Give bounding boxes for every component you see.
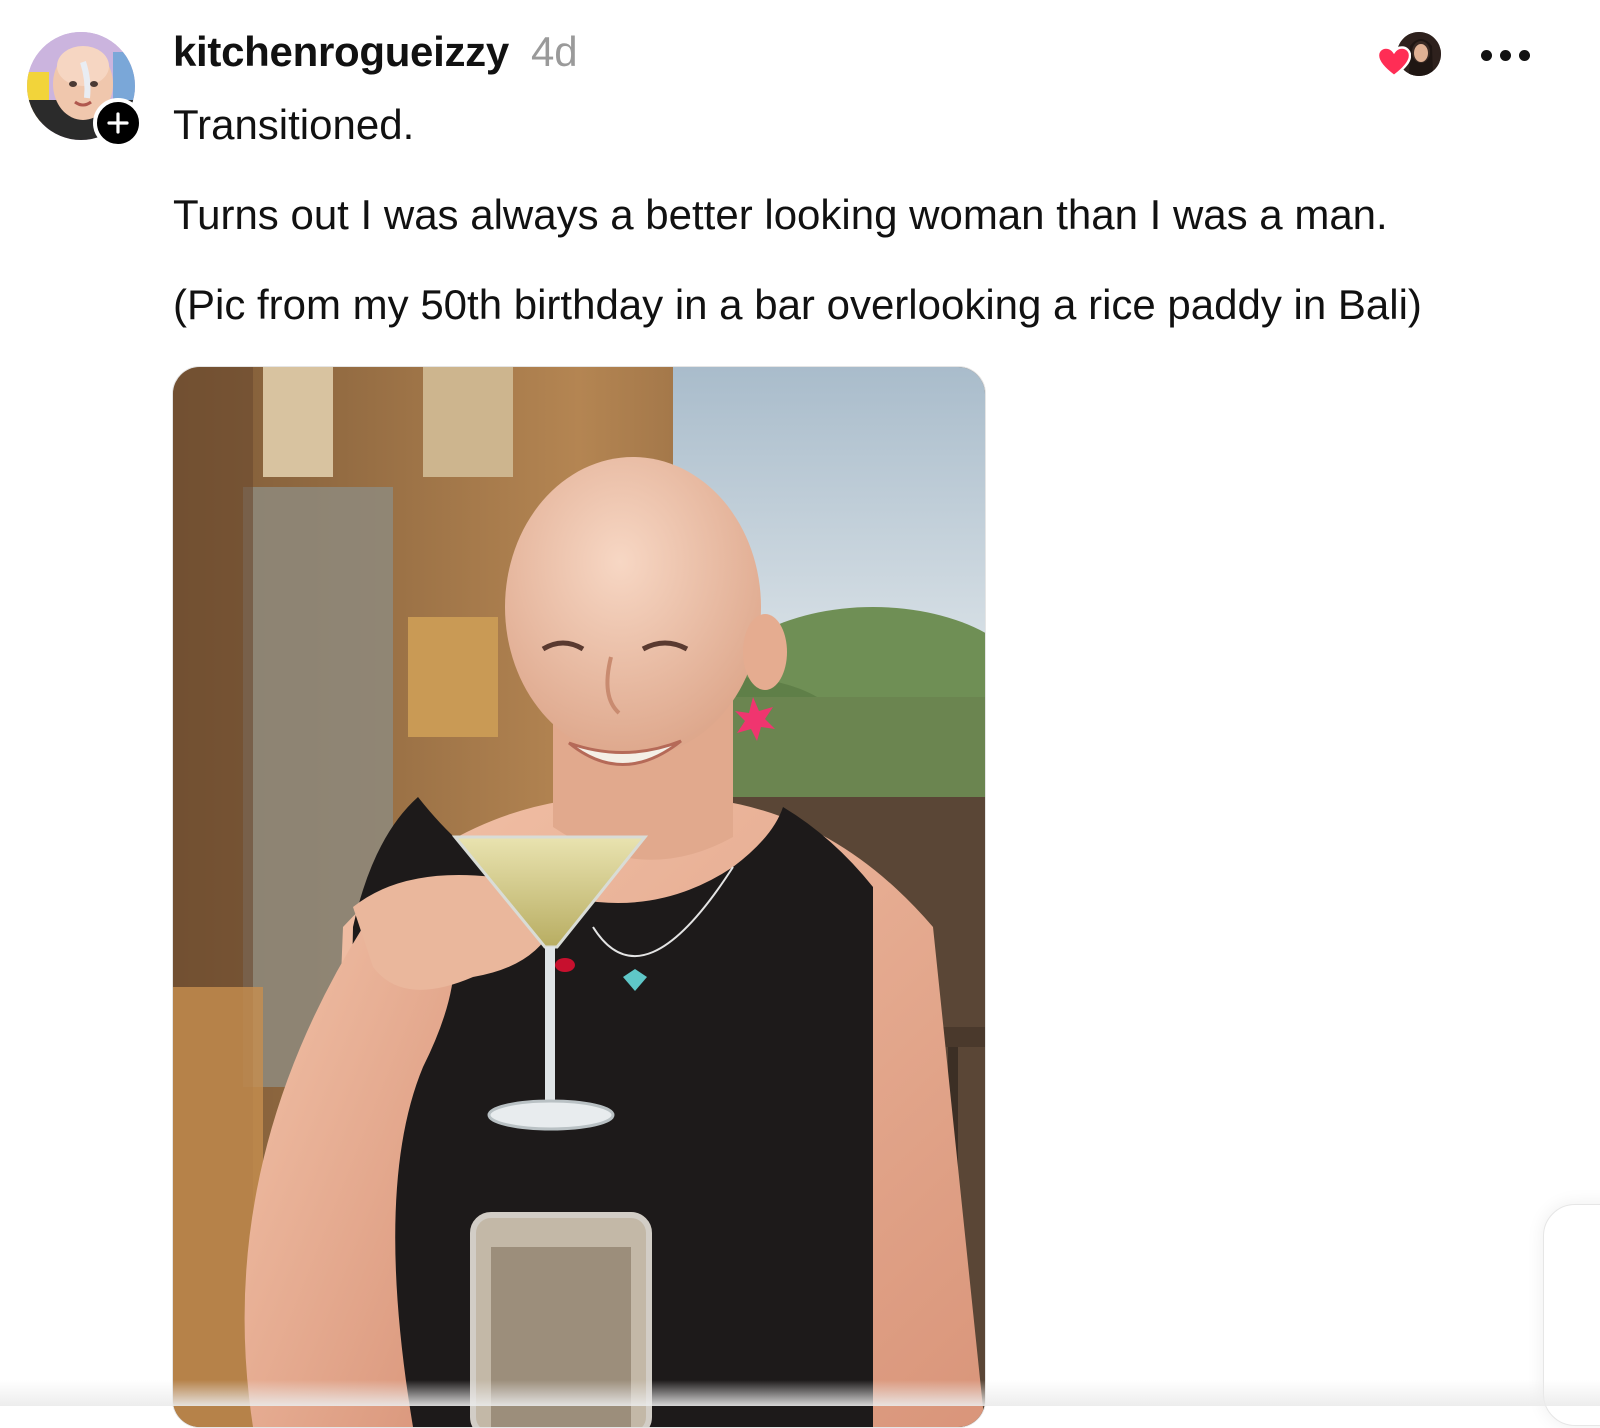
more-horizontal-icon-dot [1519, 49, 1530, 61]
post-photo-image [173, 367, 985, 1427]
post-caption: Transitioned. Turns out I was always a b… [173, 96, 1573, 334]
more-horizontal-icon [1481, 49, 1492, 61]
more-horizontal-icon-dot [1500, 49, 1511, 61]
author-avatar-container [27, 32, 143, 148]
plus-icon [107, 112, 129, 134]
more-options-button[interactable] [1481, 44, 1530, 67]
caption-paragraph: Transitioned. [173, 101, 415, 148]
post-header-actions [1377, 28, 1530, 82]
post-timestamp[interactable]: 4d [531, 28, 578, 76]
heart-icon [1377, 46, 1411, 78]
post-header: kitchenrogueizzy 4d [173, 28, 578, 76]
caption-paragraph: (Pic from my 50th birthday in a bar over… [173, 281, 1422, 328]
follow-button[interactable] [93, 98, 143, 148]
caption-paragraph: Turns out I was always a better looking … [173, 191, 1388, 238]
author-username[interactable]: kitchenrogueizzy [173, 28, 509, 76]
liker-indicator[interactable] [1377, 30, 1441, 80]
post-photo[interactable] [172, 366, 986, 1428]
bottom-divider [0, 1380, 1600, 1406]
